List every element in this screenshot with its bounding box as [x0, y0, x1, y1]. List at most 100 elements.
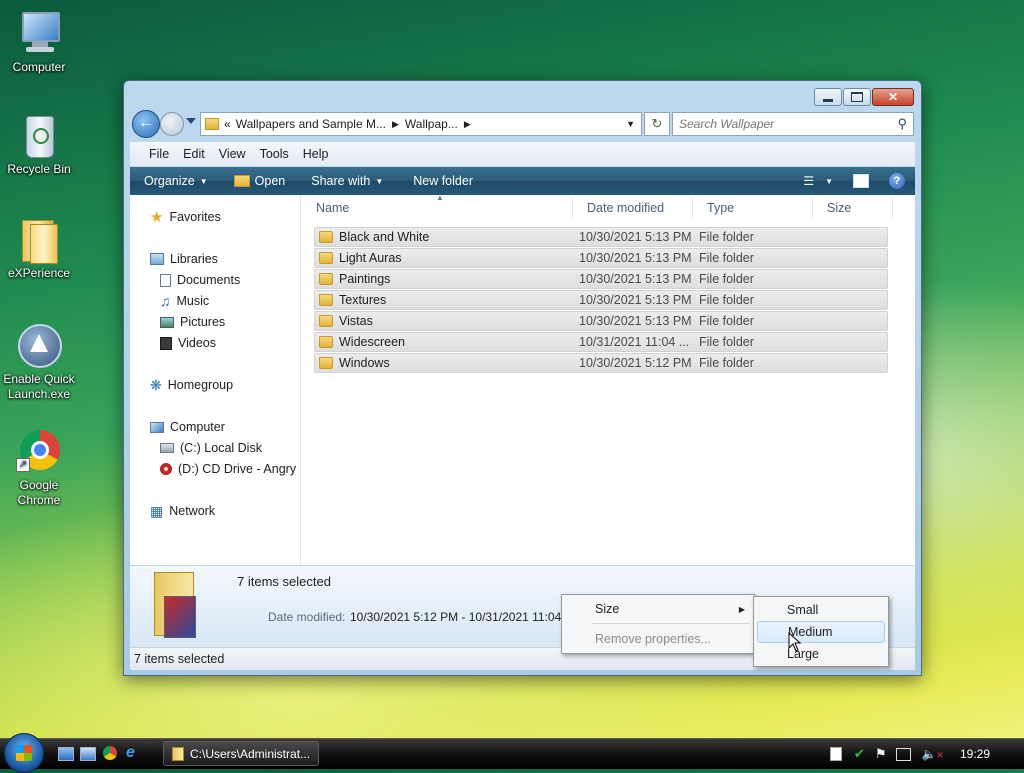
start-button[interactable] — [4, 733, 44, 773]
forward-button[interactable] — [160, 112, 184, 136]
refresh-button[interactable]: ↻ — [644, 112, 670, 136]
nav-item-cd-drive[interactable]: (D:) CD Drive - Angry B — [160, 459, 301, 479]
help-button[interactable]: ? — [879, 167, 915, 195]
tray-security-icon[interactable]: ✔ — [854, 746, 865, 762]
menu-item-size[interactable]: Size ▶ — [565, 598, 751, 620]
close-icon: ✕ — [887, 90, 899, 104]
breadcrumb-wallpaper[interactable]: Wallpap... — [405, 117, 458, 131]
column-date-modified[interactable]: Date modified — [573, 197, 693, 219]
hard-drive-icon — [160, 443, 174, 453]
nav-item-computer[interactable]: Computer — [150, 417, 225, 437]
table-row[interactable]: Vistas 10/30/2021 5:13 PM File folder — [314, 311, 888, 331]
table-row[interactable]: Black and White 10/30/2021 5:13 PM File … — [314, 227, 888, 247]
open-button[interactable]: Open — [224, 167, 296, 195]
nav-item-libraries[interactable]: Libraries — [150, 249, 218, 269]
nav-label: (C:) Local Disk — [180, 441, 262, 455]
close-button[interactable]: ✕ — [872, 88, 914, 106]
menu-file[interactable]: File — [142, 147, 176, 161]
desktop-icon-computer[interactable]: Computer — [0, 10, 78, 75]
nav-item-documents[interactable]: Documents — [160, 270, 240, 290]
clock[interactable]: 19:29 — [960, 747, 990, 761]
open-folder-icon — [233, 175, 250, 187]
column-size[interactable]: Size — [813, 197, 893, 219]
search-icon[interactable]: ⚲ — [897, 116, 907, 132]
tray-volume-muted-icon[interactable]: 🔈✕ — [921, 747, 944, 761]
menu-edit[interactable]: Edit — [176, 147, 212, 161]
nav-item-network[interactable]: ▦ Network — [150, 501, 215, 521]
organize-label: Organize — [144, 174, 195, 188]
nav-label: Documents — [177, 273, 241, 287]
nav-label: (D:) CD Drive - Angry B — [178, 462, 301, 476]
address-dropdown-icon[interactable]: ▼ — [626, 119, 635, 129]
organize-button[interactable]: Organize ▼ — [130, 167, 218, 195]
back-button[interactable]: ← — [132, 110, 160, 138]
column-name[interactable]: Name — [302, 197, 573, 219]
desktop-icon-google-chrome[interactable]: ↗ Google Chrome — [0, 428, 78, 508]
file-type: File folder — [699, 356, 754, 370]
menu-view[interactable]: View — [212, 147, 253, 161]
preview-pane-button[interactable] — [843, 167, 879, 195]
desktop-icon-experience[interactable]: eXPerience — [0, 216, 78, 281]
videos-icon — [160, 336, 172, 350]
menu-item-medium[interactable]: Medium — [757, 621, 885, 643]
menu-item-small[interactable]: Small — [757, 599, 885, 621]
share-with-label: Share with — [311, 174, 371, 188]
quick-launch-switch-windows-icon[interactable] — [80, 747, 96, 761]
navigation-bar: ← « Wallpapers and Sample M... ▶ Wallpap… — [130, 109, 915, 139]
maximize-button[interactable] — [843, 88, 871, 106]
menu-item-remove-properties[interactable]: Remove properties... — [565, 628, 751, 650]
menu-help[interactable]: Help — [296, 147, 336, 161]
nav-item-music[interactable]: ♫ Music — [160, 291, 209, 311]
search-box[interactable]: ⚲ — [672, 112, 914, 136]
new-folder-button[interactable]: New folder — [403, 167, 483, 195]
nav-item-favorites[interactable]: ★ Favorites — [150, 207, 221, 227]
nav-label: Favorites — [169, 210, 221, 224]
file-date: 10/30/2021 5:13 PM — [579, 314, 692, 328]
file-date: 10/30/2021 5:13 PM — [579, 251, 692, 265]
file-name: Widescreen — [339, 335, 405, 349]
nav-item-pictures[interactable]: Pictures — [160, 312, 225, 332]
menu-tools[interactable]: Tools — [253, 147, 296, 161]
recent-pages-dropdown[interactable] — [186, 118, 196, 124]
desktop-icon-recycle-bin[interactable]: Recycle Bin — [0, 112, 78, 177]
breadcrumb-arrow-icon[interactable]: ▶ — [464, 119, 471, 130]
menu-item-label: Remove properties... — [595, 632, 712, 646]
column-type[interactable]: Type — [693, 197, 813, 219]
quick-launch-ie-icon[interactable]: e — [126, 744, 135, 762]
size-submenu: Small Medium Large — [753, 596, 889, 667]
table-row[interactable]: Light Auras 10/30/2021 5:13 PM File fold… — [314, 248, 888, 268]
tray-action-center-flag-icon[interactable]: ⚑ — [875, 746, 887, 762]
table-row[interactable]: Paintings 10/30/2021 5:13 PM File folder — [314, 269, 888, 289]
nav-item-videos[interactable]: Videos — [160, 333, 216, 353]
minimize-button[interactable] — [814, 88, 842, 106]
menu-item-large[interactable]: Large — [757, 643, 885, 665]
table-row[interactable]: Windows 10/30/2021 5:12 PM File folder — [314, 353, 888, 373]
details-date-value: 10/30/2021 5:12 PM - 10/31/2021 11:04 A — [350, 610, 572, 624]
search-input[interactable] — [673, 116, 898, 132]
taskbar-explorer-button[interactable]: C:\Users\Administrat... — [163, 741, 319, 766]
change-view-button[interactable]: ☰ ▼ — [793, 167, 843, 195]
desktop-icon-label-line1: Google — [19, 478, 59, 492]
tray-network-icon[interactable] — [896, 747, 912, 761]
nav-item-local-disk[interactable]: (C:) Local Disk — [160, 438, 262, 458]
window-body: ★ Favorites Libraries Documents ♫ Music … — [130, 193, 915, 565]
preview-pane-icon — [853, 174, 869, 188]
desktop-icon-label-line2: Chrome — [17, 493, 61, 507]
address-bar[interactable]: « Wallpapers and Sample M... ▶ Wallpap..… — [200, 112, 642, 136]
nav-label: Network — [169, 504, 216, 518]
table-row[interactable]: Widescreen 10/31/2021 11:04 ... File fol… — [314, 332, 888, 352]
table-row[interactable]: Textures 10/30/2021 5:13 PM File folder — [314, 290, 888, 310]
breadcrumb-arrow-icon[interactable]: ▶ — [392, 119, 399, 130]
command-bar: Organize ▼ Open Share with ▼ New folder … — [130, 167, 915, 195]
nav-item-homegroup[interactable]: ❋ Homegroup — [150, 375, 233, 395]
breadcrumb-wallpapers-and-sample[interactable]: Wallpapers and Sample M... — [236, 117, 386, 131]
desktop-icon-enable-quick-launch[interactable]: Enable Quick Launch.exe — [0, 322, 78, 402]
share-with-button[interactable]: Share with ▼ — [301, 167, 393, 195]
quick-launch-chrome-icon[interactable] — [103, 746, 117, 760]
quick-launch-icon — [16, 322, 62, 368]
folder-icon — [319, 357, 333, 369]
tray-notes-icon[interactable] — [829, 747, 842, 761]
address-overflow-chevron[interactable]: « — [224, 117, 231, 131]
quick-launch-show-desktop-icon[interactable] — [58, 747, 74, 761]
menu-bar: File Edit View Tools Help — [130, 141, 915, 166]
